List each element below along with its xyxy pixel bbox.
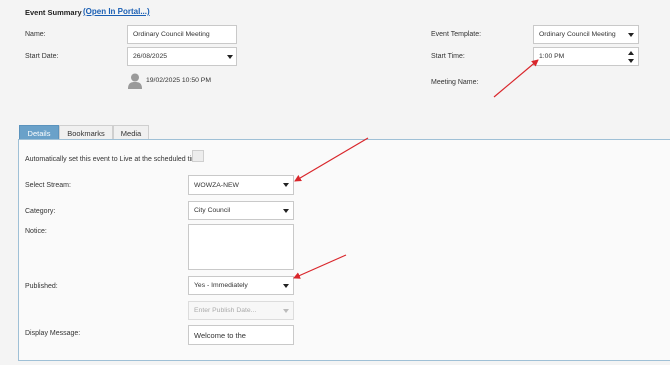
annotation-arrows — [293, 59, 539, 279]
annotation-arrow-start-time — [493, 59, 539, 98]
annotation-arrow-stream — [294, 137, 369, 182]
annotation-arrow-published — [293, 254, 347, 279]
